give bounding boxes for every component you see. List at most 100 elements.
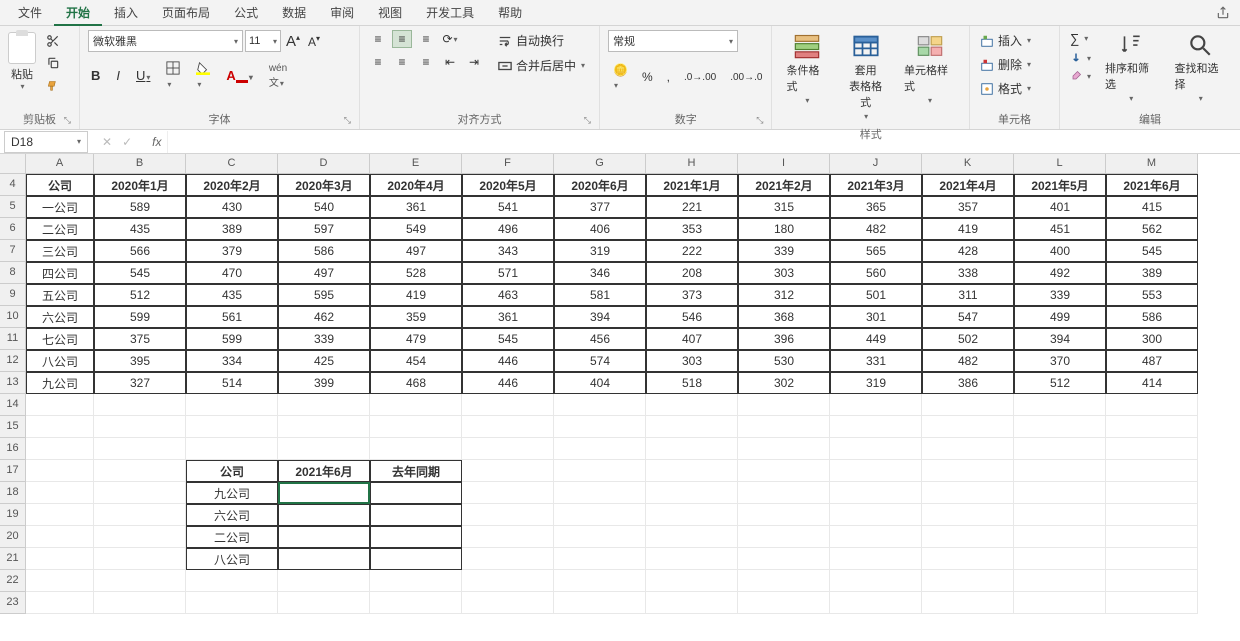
decrease-indent-button[interactable]: ⇤ (440, 53, 460, 71)
menu-home[interactable]: 开始 (54, 0, 102, 26)
cell[interactable] (1106, 526, 1198, 548)
cell[interactable]: 456 (554, 328, 646, 350)
cell[interactable]: 545 (1106, 240, 1198, 262)
cell[interactable] (922, 416, 1014, 438)
cell[interactable] (1014, 460, 1106, 482)
name-box[interactable]: D18▾ (4, 131, 88, 153)
row-header-17[interactable]: 17 (0, 460, 26, 482)
cell[interactable] (1106, 548, 1198, 570)
cell[interactable] (1014, 526, 1106, 548)
accounting-format-button[interactable]: 🪙▾ (608, 60, 633, 94)
cell[interactable]: 406 (554, 218, 646, 240)
cell[interactable]: 499 (1014, 306, 1106, 328)
cell[interactable]: 463 (462, 284, 554, 306)
cell[interactable]: 530 (738, 350, 830, 372)
fill-color-button[interactable]: ▾ (193, 59, 213, 92)
cell[interactable] (922, 504, 1014, 526)
delete-cells-button[interactable]: 删除▾ (978, 54, 1033, 75)
row-header-18[interactable]: 18 (0, 482, 26, 504)
cell[interactable] (26, 394, 94, 416)
cell[interactable]: 512 (94, 284, 186, 306)
cell[interactable]: 2020年6月 (554, 174, 646, 196)
cell[interactable] (922, 548, 1014, 570)
col-header-G[interactable]: G (554, 154, 646, 174)
cell[interactable]: 399 (278, 372, 370, 394)
cell[interactable]: 302 (738, 372, 830, 394)
cell[interactable] (738, 526, 830, 548)
cell[interactable]: 396 (738, 328, 830, 350)
cell[interactable]: 414 (1106, 372, 1198, 394)
italic-button[interactable]: I (113, 66, 123, 85)
increase-font-button[interactable]: A▴ (283, 31, 303, 52)
cell[interactable]: 九公司 (26, 372, 94, 394)
col-header-E[interactable]: E (370, 154, 462, 174)
table-format-button[interactable]: 套用 表格格式▾ (839, 30, 892, 123)
cell[interactable] (830, 526, 922, 548)
cell[interactable]: 2021年4月 (922, 174, 1014, 196)
cell[interactable] (278, 438, 370, 460)
cell[interactable]: 六公司 (186, 504, 278, 526)
cell[interactable] (1106, 482, 1198, 504)
cell[interactable] (278, 394, 370, 416)
cell[interactable] (830, 394, 922, 416)
col-header-K[interactable]: K (922, 154, 1014, 174)
menu-insert[interactable]: 插入 (102, 0, 150, 25)
cell[interactable]: 2021年6月 (278, 460, 370, 482)
row-header-22[interactable]: 22 (0, 570, 26, 592)
row-headers[interactable]: 4567891011121314151617181920212223 (0, 174, 26, 614)
cell[interactable] (554, 460, 646, 482)
cell[interactable] (554, 592, 646, 614)
cell[interactable]: 540 (278, 196, 370, 218)
cell[interactable] (26, 504, 94, 526)
cell[interactable]: 377 (554, 196, 646, 218)
col-header-M[interactable]: M (1106, 154, 1198, 174)
dialog-launcher-icon[interactable]: ⤡ (344, 115, 351, 126)
row-header-11[interactable]: 11 (0, 328, 26, 350)
cell[interactable] (830, 592, 922, 614)
cell[interactable] (646, 526, 738, 548)
cell[interactable]: 470 (186, 262, 278, 284)
cell[interactable]: 373 (646, 284, 738, 306)
cell[interactable]: 180 (738, 218, 830, 240)
cell[interactable] (462, 570, 554, 592)
cell[interactable]: 468 (370, 372, 462, 394)
cell[interactable] (94, 526, 186, 548)
cell[interactable] (738, 482, 830, 504)
cell[interactable] (462, 460, 554, 482)
cell[interactable]: 562 (1106, 218, 1198, 240)
cell[interactable]: 449 (830, 328, 922, 350)
cell[interactable] (186, 416, 278, 438)
cell[interactable]: 343 (462, 240, 554, 262)
cell[interactable]: 528 (370, 262, 462, 284)
col-header-C[interactable]: C (186, 154, 278, 174)
cell[interactable]: 546 (646, 306, 738, 328)
cell[interactable] (370, 416, 462, 438)
cell[interactable] (278, 504, 370, 526)
cell[interactable]: 502 (922, 328, 1014, 350)
col-header-I[interactable]: I (738, 154, 830, 174)
cell[interactable] (830, 548, 922, 570)
cell[interactable] (462, 526, 554, 548)
menu-file[interactable]: 文件 (6, 0, 54, 25)
cell[interactable] (830, 438, 922, 460)
decrease-decimal-button[interactable]: .00→.0 (725, 69, 767, 86)
col-header-L[interactable]: L (1014, 154, 1106, 174)
cell[interactable] (830, 482, 922, 504)
chevron-down-icon[interactable]: ▾ (20, 82, 24, 91)
cell[interactable] (186, 394, 278, 416)
fill-button[interactable]: ▾ (1068, 51, 1093, 65)
cell[interactable] (554, 526, 646, 548)
col-header-F[interactable]: F (462, 154, 554, 174)
cell[interactable] (1106, 394, 1198, 416)
cell[interactable] (830, 504, 922, 526)
share-icon[interactable] (1206, 2, 1240, 24)
align-left-button[interactable]: ≡ (368, 53, 388, 71)
row-header-10[interactable]: 10 (0, 306, 26, 328)
cell[interactable]: 586 (278, 240, 370, 262)
row-header-12[interactable]: 12 (0, 350, 26, 372)
cell[interactable] (94, 504, 186, 526)
row-header-13[interactable]: 13 (0, 372, 26, 394)
conditional-format-button[interactable]: 条件格式▾ (780, 30, 833, 107)
row-header-14[interactable]: 14 (0, 394, 26, 416)
cell[interactable]: 497 (278, 262, 370, 284)
